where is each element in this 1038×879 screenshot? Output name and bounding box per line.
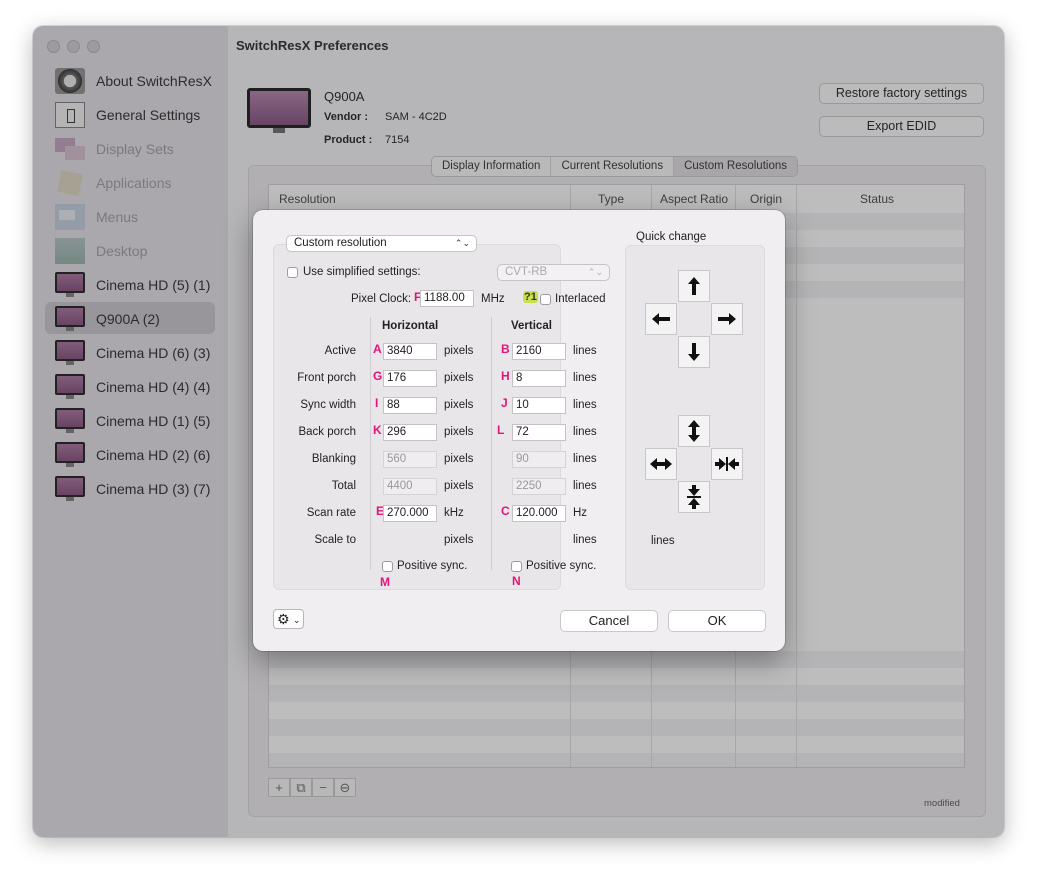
total-vertical-field: 2250: [512, 478, 566, 495]
blanking-vertical-field: 90: [512, 451, 566, 468]
active-vertical-field[interactable]: 2160: [512, 343, 566, 360]
timing-row-active: Active A 3840 pixels B 2160 lines: [253, 342, 613, 360]
h-marker: G: [373, 369, 383, 383]
h-unit: pixels: [444, 453, 474, 465]
row-label: Front porch: [297, 372, 356, 384]
back-porch-vertical-field[interactable]: 72: [512, 424, 566, 441]
simplified-settings-value: CVT-RB: [505, 266, 548, 278]
v-unit: lines: [573, 345, 597, 357]
resolution-mode-value: Custom resolution: [294, 237, 387, 249]
v-marker: B: [501, 342, 510, 356]
scan-rate-horizontal-field[interactable]: 270.000: [383, 505, 437, 522]
blanking-horizontal-field: 560: [383, 451, 437, 468]
shrink-horizontal-icon[interactable]: [711, 448, 743, 480]
h-unit: pixels: [444, 480, 474, 492]
popup-chevron-icon: ⌃⌄: [587, 267, 603, 277]
resolution-mode-popup[interactable]: Custom resolution ⌃⌄: [286, 235, 477, 252]
quick-change-unit: lines: [651, 535, 675, 547]
row-label: Total: [331, 480, 356, 492]
vertical-header: Vertical: [511, 320, 552, 332]
back-porch-horizontal-field[interactable]: 296: [383, 424, 437, 441]
h-unit: kHz: [444, 507, 464, 519]
stretch-horizontal-icon[interactable]: [645, 448, 677, 480]
move-right-icon[interactable]: [711, 303, 743, 335]
timing-row-scale-to: Scale to pixels lines: [253, 531, 613, 549]
v-unit: lines: [573, 453, 597, 465]
pixel-clock-label: Pixel Clock:: [351, 293, 412, 305]
timing-row-blanking: Blanking 560 pixels 90 lines: [253, 450, 613, 468]
front-porch-horizontal-field[interactable]: 176: [383, 370, 437, 387]
h-marker: K: [373, 423, 382, 437]
sync-width-vertical-field[interactable]: 10: [512, 397, 566, 414]
timing-row-scan-rate: Scan rate E 270.000 kHz C 120.000 Hz: [253, 504, 613, 522]
sync-width-horizontal-field[interactable]: 88: [383, 397, 437, 414]
scan-rate-vertical-field[interactable]: 120.000: [512, 505, 566, 522]
shrink-vertical-icon[interactable]: [678, 481, 710, 513]
v-sync-marker: N: [512, 574, 521, 588]
v-unit: lines: [573, 399, 597, 411]
row-label: Scan rate: [306, 507, 356, 519]
h-unit: pixels: [444, 345, 474, 357]
h-unit: pixels: [444, 534, 474, 546]
interlaced-marker: ?1: [523, 291, 538, 303]
interlaced-label: Interlaced: [555, 293, 606, 305]
row-label: Blanking: [311, 453, 356, 465]
pixel-clock-field[interactable]: 1188.00: [420, 290, 474, 307]
timing-row-sync-width: Sync width I 88 pixels J 10 lines: [253, 396, 613, 414]
custom-resolution-dialog: Custom resolution ⌃⌄ Use simplified sett…: [253, 210, 785, 651]
gear-icon: ⚙: [277, 611, 290, 627]
row-label: Active: [324, 345, 356, 357]
row-label: Back porch: [298, 426, 356, 438]
v-marker: H: [501, 369, 510, 383]
interlaced-checkbox[interactable]: [540, 294, 551, 305]
v-unit: lines: [573, 426, 597, 438]
move-up-icon[interactable]: [678, 270, 710, 302]
stretch-vertical-icon[interactable]: [678, 415, 710, 447]
v-unit: Hz: [573, 507, 588, 519]
simplified-settings-checkbox[interactable]: [287, 267, 298, 278]
action-menu-button[interactable]: ⚙ ⌄: [273, 609, 304, 629]
v-marker: C: [501, 504, 510, 518]
popup-chevron-icon: ⌃⌄: [454, 238, 470, 248]
chevron-down-icon: ⌄: [293, 615, 301, 625]
timing-row-total: Total 4400 pixels 2250 lines: [253, 477, 613, 495]
v-unit: lines: [573, 480, 597, 492]
h-unit: pixels: [444, 426, 474, 438]
timing-row-back-porch: Back porch K 296 pixels L 72 lines: [253, 423, 613, 441]
front-porch-vertical-field[interactable]: 8: [512, 370, 566, 387]
horizontal-positive-sync-label: Positive sync.: [397, 560, 468, 572]
horizontal-positive-sync-checkbox[interactable]: [382, 561, 393, 572]
simplified-settings-popup[interactable]: CVT-RB ⌃⌄: [497, 264, 610, 281]
timing-row-front-porch: Front porch G 176 pixels H 8 lines: [253, 369, 613, 387]
h-sync-marker: M: [380, 575, 390, 589]
h-marker: A: [373, 342, 382, 356]
row-label: Scale to: [314, 534, 356, 546]
total-horizontal-field: 4400: [383, 478, 437, 495]
simplified-settings-label: Use simplified settings:: [303, 266, 421, 278]
move-center: [677, 303, 710, 336]
vertical-positive-sync-label: Positive sync.: [526, 560, 597, 572]
v-marker: J: [501, 396, 508, 410]
v-unit: lines: [573, 534, 597, 546]
cancel-button[interactable]: Cancel: [560, 610, 658, 632]
move-left-icon[interactable]: [645, 303, 677, 335]
row-label: Sync width: [300, 399, 356, 411]
pixel-clock-unit: MHz: [481, 293, 505, 305]
horizontal-header: Horizontal: [382, 320, 439, 332]
v-unit: lines: [573, 372, 597, 384]
active-horizontal-field[interactable]: 3840: [383, 343, 437, 360]
ok-button[interactable]: OK: [668, 610, 766, 632]
v-marker: L: [497, 423, 505, 437]
quick-change-label: Quick change: [636, 231, 707, 243]
h-unit: pixels: [444, 399, 474, 411]
resize-center: [677, 448, 710, 481]
h-marker: I: [375, 396, 379, 410]
vertical-positive-sync-checkbox[interactable]: [511, 561, 522, 572]
h-unit: pixels: [444, 372, 474, 384]
move-down-icon[interactable]: [678, 336, 710, 368]
